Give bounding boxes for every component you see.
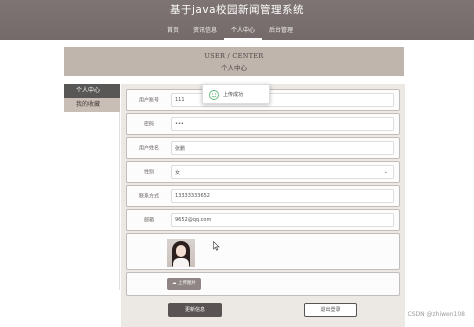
upload-cloud-icon: ☁ <box>172 281 177 286</box>
mouse-pointer-icon <box>213 241 220 251</box>
site-title: 基于java校园新闻管理系统 <box>170 4 304 16</box>
phone-label: 联系方式 <box>138 193 159 200</box>
account-label: 用户账号 <box>138 97 159 104</box>
form-row-name: 用户姓名 张鹏 <box>126 137 400 159</box>
upload-image-button[interactable]: ☁ 上传图片 <box>167 278 201 290</box>
nav-item-user-center[interactable]: 个人中心 <box>224 22 263 40</box>
form-row-email: 邮箱 9652@qq.com <box>126 209 400 231</box>
nav-item-home[interactable]: 首页 <box>160 22 186 40</box>
name-label: 用户姓名 <box>138 145 159 152</box>
sidebar-item-user-center[interactable]: 个人中心 <box>64 84 120 98</box>
password-input[interactable]: ••• <box>171 117 394 131</box>
upload-button-label: 上传图片 <box>177 281 196 286</box>
update-info-button[interactable]: 更新信息 <box>168 303 222 317</box>
main-nav: 首页 资讯信息 个人中心 后台管理 <box>160 22 300 40</box>
phone-input[interactable]: 13333333652 <box>171 189 394 203</box>
form-row-password: 密码 ••• <box>126 113 400 135</box>
email-input[interactable]: 9652@qq.com <box>171 213 394 227</box>
gender-label: 性别 <box>143 169 154 176</box>
form-row-phone: 联系方式 13333333652 <box>126 185 400 207</box>
sidebar-divider <box>64 112 120 290</box>
page-banner: USER / CENTER 个人中心 <box>64 47 404 76</box>
avatar <box>167 239 195 267</box>
gender-select-value: 女 <box>175 169 181 176</box>
name-input[interactable]: 张鹏 <box>171 141 394 155</box>
email-label: 邮箱 <box>143 217 154 224</box>
nav-item-news[interactable]: 资讯信息 <box>186 22 224 40</box>
header-bar: 基于java校园新闻管理系统 首页 资讯信息 个人中心 后台管理 <box>0 0 474 40</box>
chevron-down-icon: ⌄ <box>383 169 388 175</box>
success-toast: 上传成功 <box>202 84 270 104</box>
banner-title-en: USER / CENTER <box>204 52 264 60</box>
toast-text: 上传成功 <box>223 92 244 98</box>
gender-select[interactable]: 女 ⌄ <box>171 165 394 179</box>
logout-button[interactable]: 退出登录 <box>304 303 357 317</box>
form-row-gender: 性别 女 ⌄ <box>126 161 400 183</box>
password-label: 密码 <box>143 121 154 128</box>
watermark: CSDN @zhiwen108 <box>407 311 466 318</box>
banner-title-cn: 个人中心 <box>221 64 247 72</box>
nav-item-admin[interactable]: 后台管理 <box>262 22 300 40</box>
sidebar-item-favorites[interactable]: 我的收藏 <box>64 98 120 112</box>
smile-success-icon <box>209 90 219 100</box>
sidebar: 个人中心 我的收藏 <box>64 84 120 112</box>
